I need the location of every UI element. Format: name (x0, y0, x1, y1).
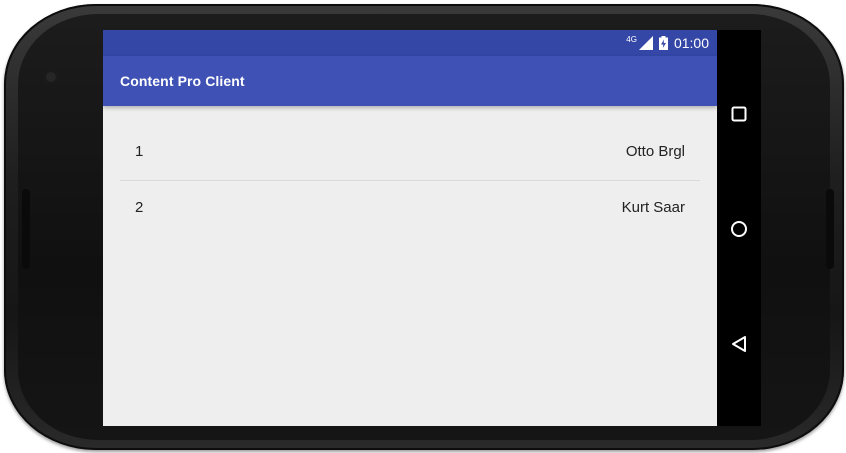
recent-apps-icon (731, 106, 747, 122)
list-item[interactable]: 2 Kurt Saar (120, 180, 700, 236)
front-camera (44, 70, 58, 84)
recent-apps-button[interactable] (727, 102, 751, 126)
list-item-name: Kurt Saar (621, 199, 685, 216)
battery-charging-icon (658, 36, 668, 50)
app-title: Content Pro Client (120, 73, 245, 89)
back-button[interactable] (727, 332, 751, 356)
home-button[interactable] (727, 217, 751, 241)
navigation-bar (717, 30, 761, 426)
speaker-grille-right (826, 189, 834, 269)
status-icons: 4G 01:00 (626, 34, 709, 52)
list-item-name: Otto Brgl (625, 143, 685, 160)
list: 1 Otto Brgl 2 Kurt Saar (103, 106, 717, 236)
screen: 4G 01:00 Content Pro Client 1 Otto Brgl … (103, 30, 717, 426)
network-type-label: 4G (626, 34, 637, 44)
speaker-grille-left (22, 189, 30, 269)
status-bar: 4G 01:00 (103, 30, 717, 56)
back-icon (732, 336, 746, 352)
home-icon (731, 221, 747, 237)
list-item-number: 1 (135, 143, 144, 160)
signal-icon (638, 36, 653, 50)
status-clock: 01:00 (673, 35, 709, 51)
list-item-number: 2 (135, 199, 144, 216)
app-bar: Content Pro Client (103, 56, 717, 106)
list-item[interactable]: 1 Otto Brgl (120, 125, 700, 180)
